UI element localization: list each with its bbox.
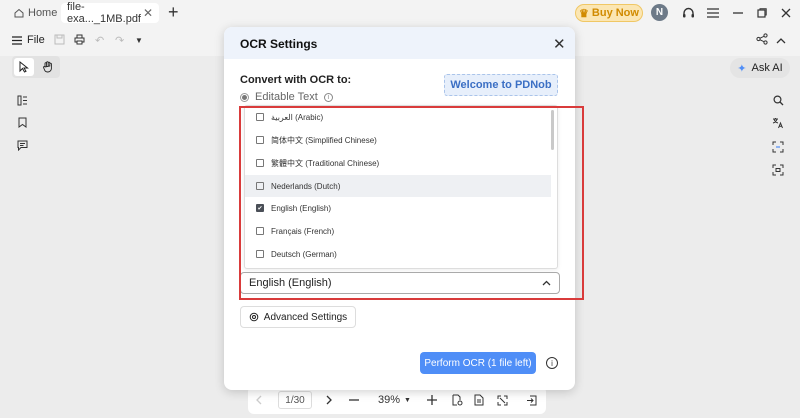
avatar[interactable]: N [651, 4, 668, 21]
buy-now-label: Buy Now [591, 7, 639, 19]
headset-icon[interactable] [678, 3, 698, 23]
advanced-settings-button[interactable]: Advanced Settings [240, 306, 356, 328]
close-tab-icon[interactable]: ✕ [143, 6, 153, 20]
language-checkbox[interactable] [256, 136, 264, 144]
cursor-tool-group [12, 56, 60, 78]
ai-sparkle-icon: ✦ [737, 62, 747, 75]
language-label: 繁體中文 (Traditional Chinese) [271, 158, 380, 168]
language-label: Nederlands (Dutch) [271, 181, 341, 191]
page-navigation-bar: 1/30 39% ▼ [248, 386, 546, 414]
translate-icon[interactable] [768, 113, 788, 133]
language-checkbox[interactable] [256, 250, 264, 258]
home-tab[interactable]: Home [14, 3, 57, 23]
language-option[interactable]: 简体中文 (Simplified Chinese) [245, 129, 551, 151]
info-icon[interactable]: i [323, 92, 333, 102]
menu-icon[interactable] [703, 3, 723, 23]
ask-ai-button[interactable]: ✦ Ask AI [730, 58, 790, 78]
gear-icon [249, 312, 259, 322]
save-icon[interactable] [54, 34, 65, 48]
file-menu[interactable]: File [12, 34, 45, 46]
language-label: English (English) [271, 203, 332, 213]
ocr-scan-icon[interactable] [768, 137, 788, 157]
advanced-settings-label: Advanced Settings [263, 311, 348, 323]
hand-icon [43, 61, 52, 73]
search-icon[interactable] [768, 90, 788, 110]
ask-ai-label: Ask AI [751, 62, 783, 74]
language-checkbox[interactable] [256, 227, 264, 235]
share-icon[interactable] [756, 33, 768, 48]
add-tab-icon[interactable]: + [168, 3, 179, 21]
redo-icon[interactable]: ↷ [115, 34, 124, 47]
file-tab-label: file-exa..._1MB.pdf [67, 1, 141, 25]
title-bar: Home file-exa..._1MB.pdf ✕ + ♛ Buy Now N [0, 0, 800, 26]
ocr-preview-image: Welcome to PDNob [444, 74, 558, 96]
dialog-title: OCR Settings [240, 37, 318, 51]
language-checkbox[interactable] [256, 113, 264, 121]
convert-label: Convert with OCR to: [240, 74, 352, 86]
language-label: Deutsch (German) [271, 249, 337, 259]
perform-ocr-button[interactable]: Perform OCR (1 file left) [420, 352, 536, 374]
editable-text-radio[interactable] [240, 92, 249, 102]
undo-icon[interactable]: ↶ [95, 34, 104, 47]
language-checkbox-checked[interactable]: ✔ [256, 204, 264, 212]
file-tab[interactable]: file-exa..._1MB.pdf ✕ [61, 1, 159, 25]
dialog-header: OCR Settings ✕ [224, 27, 575, 59]
minimize-icon[interactable] [728, 3, 748, 23]
page-number-input[interactable]: 1/30 [278, 391, 312, 409]
language-option[interactable]: ✔ English (English) [245, 197, 551, 219]
scan-text-icon[interactable] [768, 160, 788, 180]
page-settings-icon[interactable] [452, 391, 463, 409]
exit-icon[interactable] [526, 391, 537, 409]
zoom-level: 39% [378, 394, 401, 406]
language-list-scrollbar[interactable] [551, 110, 554, 150]
hamburger-icon [12, 35, 22, 45]
comment-icon[interactable] [12, 135, 32, 155]
toolbar-dropdown-icon[interactable]: ▼ [135, 36, 143, 45]
selected-language: English (English) [249, 277, 332, 289]
language-option[interactable]: 繁體中文 (Traditional Chinese) [245, 152, 551, 174]
home-icon [14, 8, 24, 18]
editable-text-label: Editable Text [255, 91, 318, 103]
next-page-icon[interactable] [326, 391, 332, 409]
language-checkbox[interactable] [256, 159, 264, 167]
crown-icon: ♛ [579, 7, 589, 20]
language-option[interactable]: Nederlands (Dutch) [245, 175, 551, 197]
zoom-in-icon[interactable] [427, 391, 437, 409]
thumbnails-icon[interactable] [12, 90, 32, 110]
close-window-icon[interactable] [776, 3, 796, 23]
language-option[interactable]: Deutsch (German) [245, 243, 551, 265]
language-label: العربية (Arabic) [271, 112, 324, 122]
language-label: 简体中文 (Simplified Chinese) [271, 135, 377, 145]
info-icon[interactable]: i [546, 357, 558, 369]
restore-icon[interactable] [752, 3, 772, 23]
hand-tool[interactable] [38, 58, 58, 76]
language-select[interactable]: English (English) [240, 272, 560, 294]
cursor-icon [19, 61, 29, 73]
zoom-out-icon[interactable] [349, 391, 359, 409]
collapse-icon[interactable] [776, 33, 786, 47]
language-list[interactable]: العربية (Arabic) 简体中文 (Simplified Chines… [244, 105, 558, 269]
print-icon[interactable] [74, 34, 85, 48]
chevron-up-icon [542, 280, 551, 286]
file-menu-label: File [27, 34, 45, 46]
zoom-dropdown[interactable]: 39% ▼ [378, 391, 411, 409]
home-tab-label: Home [28, 7, 58, 19]
language-option[interactable]: Français (French) [245, 220, 551, 242]
close-dialog-icon[interactable]: ✕ [553, 35, 566, 53]
language-label: Français (French) [271, 226, 335, 236]
fullscreen-icon[interactable] [497, 391, 508, 409]
fit-page-icon[interactable] [474, 391, 484, 409]
buy-now-button[interactable]: ♛ Buy Now [575, 4, 643, 22]
prev-page-icon[interactable] [256, 391, 262, 409]
bookmark-icon[interactable] [12, 112, 32, 132]
select-tool[interactable] [14, 58, 34, 76]
language-checkbox[interactable] [256, 182, 264, 190]
language-option[interactable]: العربية (Arabic) [245, 106, 551, 128]
chevron-down-icon: ▼ [404, 396, 411, 404]
editable-text-option[interactable]: Editable Text i [240, 91, 333, 103]
ocr-settings-dialog: OCR Settings ✕ Convert with OCR to: Edit… [224, 27, 575, 390]
